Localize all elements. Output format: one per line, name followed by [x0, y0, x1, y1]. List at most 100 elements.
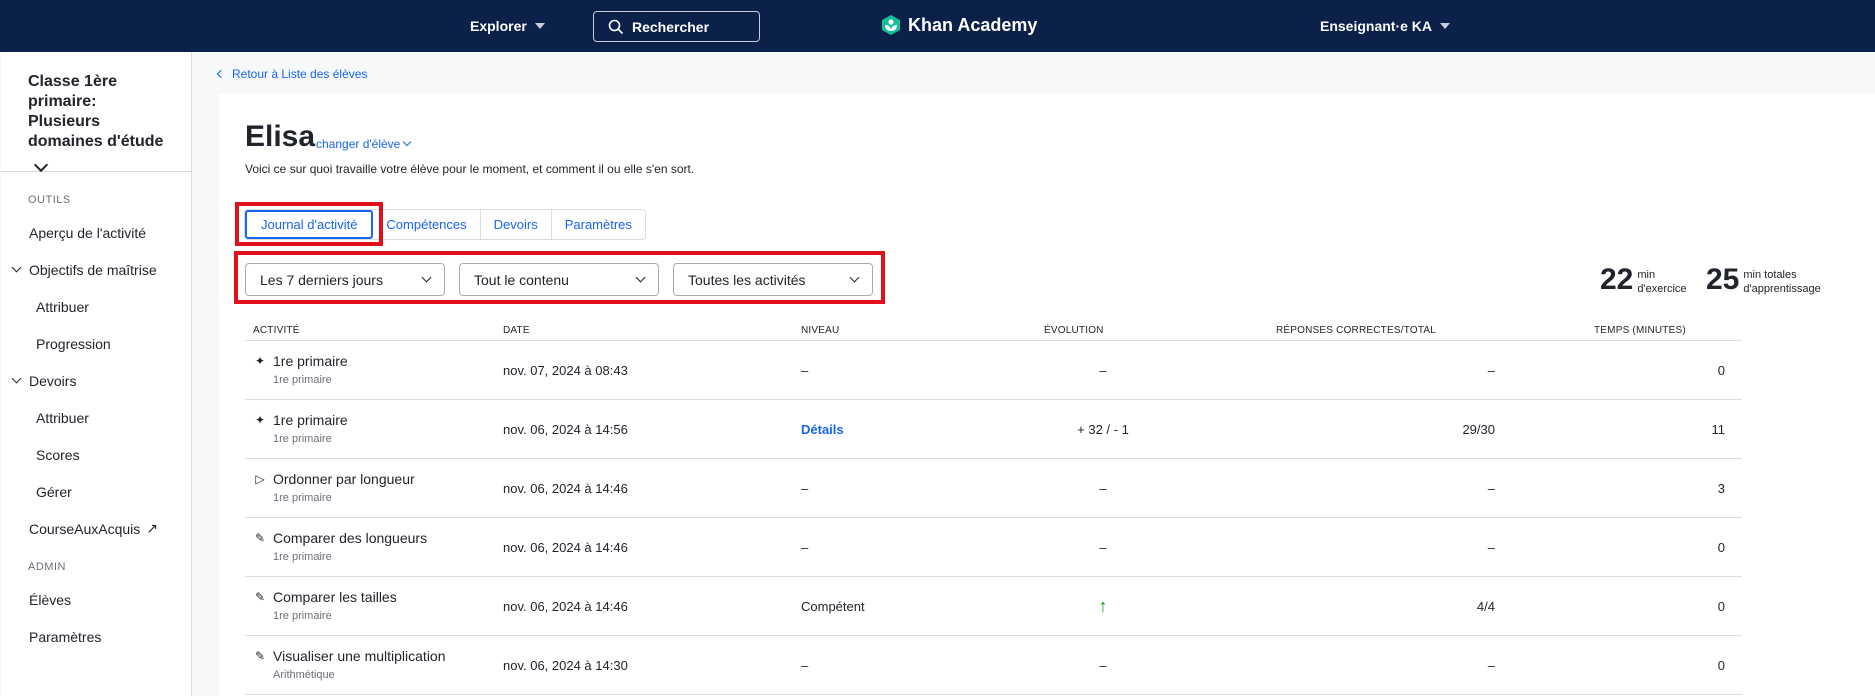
time-cell: 0	[1717, 658, 1725, 673]
breadcrumb-link: Retour à Liste des élèves	[232, 67, 368, 81]
sidebar-item-course-challenge[interactable]: CourseAuxAcquis ↗	[1, 510, 191, 547]
arrow-up-icon: ↑	[1098, 596, 1108, 616]
caret-down-icon	[534, 23, 545, 29]
admin-heading: ADMIN	[28, 561, 66, 573]
khan-leaf-icon	[882, 15, 900, 35]
sidebar-item-label: CourseAuxAcquis	[29, 520, 141, 537]
time-cell: 3	[1717, 481, 1725, 496]
col-answers: RÉPONSES CORRECTES/TOTAL	[1276, 325, 1437, 336]
details-link[interactable]: Détails	[801, 422, 844, 437]
chevron-down-icon	[33, 157, 49, 173]
logo-text: Khan Academy	[908, 14, 1038, 35]
sidebar-item-mastery-progress[interactable]: Progression	[1, 325, 191, 362]
sidebar-item-assignments-assign[interactable]: Attribuer	[1, 399, 191, 436]
activity-title: Comparer les tailles	[273, 589, 397, 605]
col-level: NIVEAU	[801, 325, 840, 336]
activity-title: Visualiser une multiplication	[273, 648, 446, 664]
sidebar-item-assignments-manage[interactable]: Gérer	[1, 473, 191, 510]
date-cell: nov. 06, 2024 à 14:30	[503, 658, 628, 673]
chevron-down-icon	[11, 373, 22, 384]
sidebar-item-students[interactable]: Élèves	[1, 581, 191, 618]
sidebar-item-activity-overview[interactable]: Aperçu de l'activité	[1, 214, 191, 251]
activity-cell: ✎ Comparer des longueurs 1re primaire	[253, 530, 427, 563]
table-row[interactable]: ▷ Ordonner par longueur 1re primaire nov. 0…	[245, 459, 1742, 518]
table-row[interactable]: ✎ Comparer les tailles 1re primaire nov. 06…	[245, 577, 1742, 636]
date-cell: nov. 06, 2024 à 14:46	[503, 540, 628, 555]
sparkle-icon: ✦	[254, 354, 266, 368]
answers-cell: 4/4	[1476, 599, 1495, 614]
answers-cell: 29/30	[1462, 422, 1495, 437]
sidebar-item-label: Attribuer	[36, 409, 89, 426]
table-row[interactable]: ✎ Comparer des longueurs 1re primaire nov. …	[245, 518, 1742, 577]
activity-subtitle: 1re primaire	[273, 610, 332, 622]
level-cell: –	[801, 540, 809, 555]
activity-cell: ▷ Ordonner par longueur 1re primaire	[253, 471, 415, 504]
level-cell: –	[801, 363, 809, 378]
sidebar-item-label: Devoirs	[29, 372, 77, 389]
level-cell: –	[801, 658, 809, 673]
student-name: Elisa	[245, 120, 316, 153]
col-time: TEMPS (MINUTES)	[1594, 325, 1686, 336]
activity-cell: ✦ 1re primaire 1re primaire	[253, 412, 348, 445]
activity-cell: ✎ Visualiser une multiplication Arithmétiq…	[253, 648, 446, 681]
sparkle-icon: ✦	[254, 413, 266, 427]
caret-down-icon	[1440, 23, 1451, 29]
table-header: ACTIVITÉ DATE NIVEAU ÉVOLUTION RÉPONSES …	[245, 321, 1742, 341]
pencil-icon: ✎	[254, 531, 266, 545]
activity-subtitle: 1re primaire	[273, 374, 332, 386]
activity-title: 1re primaire	[273, 353, 348, 369]
class-selector[interactable]: Classe 1ère primaire: Plusieurs domaines…	[1, 52, 191, 173]
khan-academy-logo[interactable]: Khan Academy	[880, 14, 1037, 36]
activity-title: Comparer des longueurs	[273, 530, 428, 546]
total-minutes-stat: 25 min totales d'apprentissage	[1706, 264, 1821, 296]
col-evolution: ÉVOLUTION	[1044, 325, 1104, 336]
search-icon	[608, 19, 624, 34]
sidebar-item-label: Progression	[36, 335, 111, 352]
explore-label: Explorer	[470, 18, 527, 34]
level-cell: Compétent	[801, 599, 865, 614]
activity-subtitle: 1re primaire	[273, 433, 332, 445]
tab-assignments[interactable]: Devoirs	[481, 210, 552, 239]
evolution-cell: –	[1099, 540, 1107, 555]
sidebar-item-label: Paramètres	[29, 628, 102, 645]
change-student-label: changer d'élève	[316, 137, 401, 151]
activity-subtitle: 1re primaire	[273, 492, 332, 504]
sidebar-item-settings[interactable]: Paramètres	[1, 618, 191, 655]
activity-title: Ordonner par longueur	[273, 471, 415, 487]
answers-cell: –	[1487, 363, 1495, 378]
activity-subtitle: Arithmétique	[273, 669, 335, 681]
tab-settings[interactable]: Paramètres	[552, 210, 645, 239]
evolution-cell: –	[1099, 363, 1107, 378]
explore-menu[interactable]: Explorer	[470, 18, 545, 34]
user-menu[interactable]: Enseignant·e KA	[1320, 18, 1451, 34]
answers-cell: –	[1487, 540, 1495, 555]
breadcrumb[interactable]: Retour à Liste des élèves	[216, 67, 368, 81]
sidebar: Classe 1ère primaire: Plusieurs domaines…	[1, 52, 192, 696]
date-cell: nov. 06, 2024 à 14:46	[503, 481, 628, 496]
time-cell: 0	[1717, 363, 1725, 378]
activity-title: 1re primaire	[273, 412, 348, 428]
col-date: DATE	[503, 325, 530, 336]
table-row[interactable]: ✦ 1re primaire 1re primaire nov. 06, 2024 à…	[245, 400, 1742, 459]
table-body: ✦ 1re primaire 1re primaire nov. 07, 2024 à…	[245, 341, 1742, 695]
change-student-button[interactable]: changer d'élève	[316, 137, 412, 151]
chevron-left-icon	[216, 69, 226, 79]
pencil-icon: ✎	[254, 590, 266, 604]
table-row[interactable]: ✦ 1re primaire 1re primaire nov. 07, 2024 à…	[245, 341, 1742, 400]
sidebar-item-label: Gérer	[36, 483, 72, 500]
tab-skills[interactable]: Compétences	[373, 210, 481, 239]
sidebar-item-label: Attribuer	[36, 298, 89, 315]
tools-heading: OUTILS	[28, 194, 71, 206]
pencil-icon: ✎	[254, 649, 266, 663]
sidebar-item-assignments[interactable]: Devoirs	[1, 362, 191, 399]
sidebar-item-assignments-scores[interactable]: Scores	[1, 436, 191, 473]
answers-cell: –	[1487, 658, 1495, 673]
search-button[interactable]: Rechercher	[593, 11, 760, 42]
evolution-cell: –	[1099, 658, 1107, 673]
table-row[interactable]: ✎ Visualiser une multiplication Arithmétiq…	[245, 636, 1742, 695]
highlight-box-filters	[234, 251, 885, 304]
play-icon: ▷	[255, 472, 265, 486]
sidebar-item-label: Scores	[36, 446, 80, 463]
sidebar-item-mastery-goals[interactable]: Objectifs de maîtrise	[1, 251, 191, 288]
sidebar-item-mastery-assign[interactable]: Attribuer	[1, 288, 191, 325]
